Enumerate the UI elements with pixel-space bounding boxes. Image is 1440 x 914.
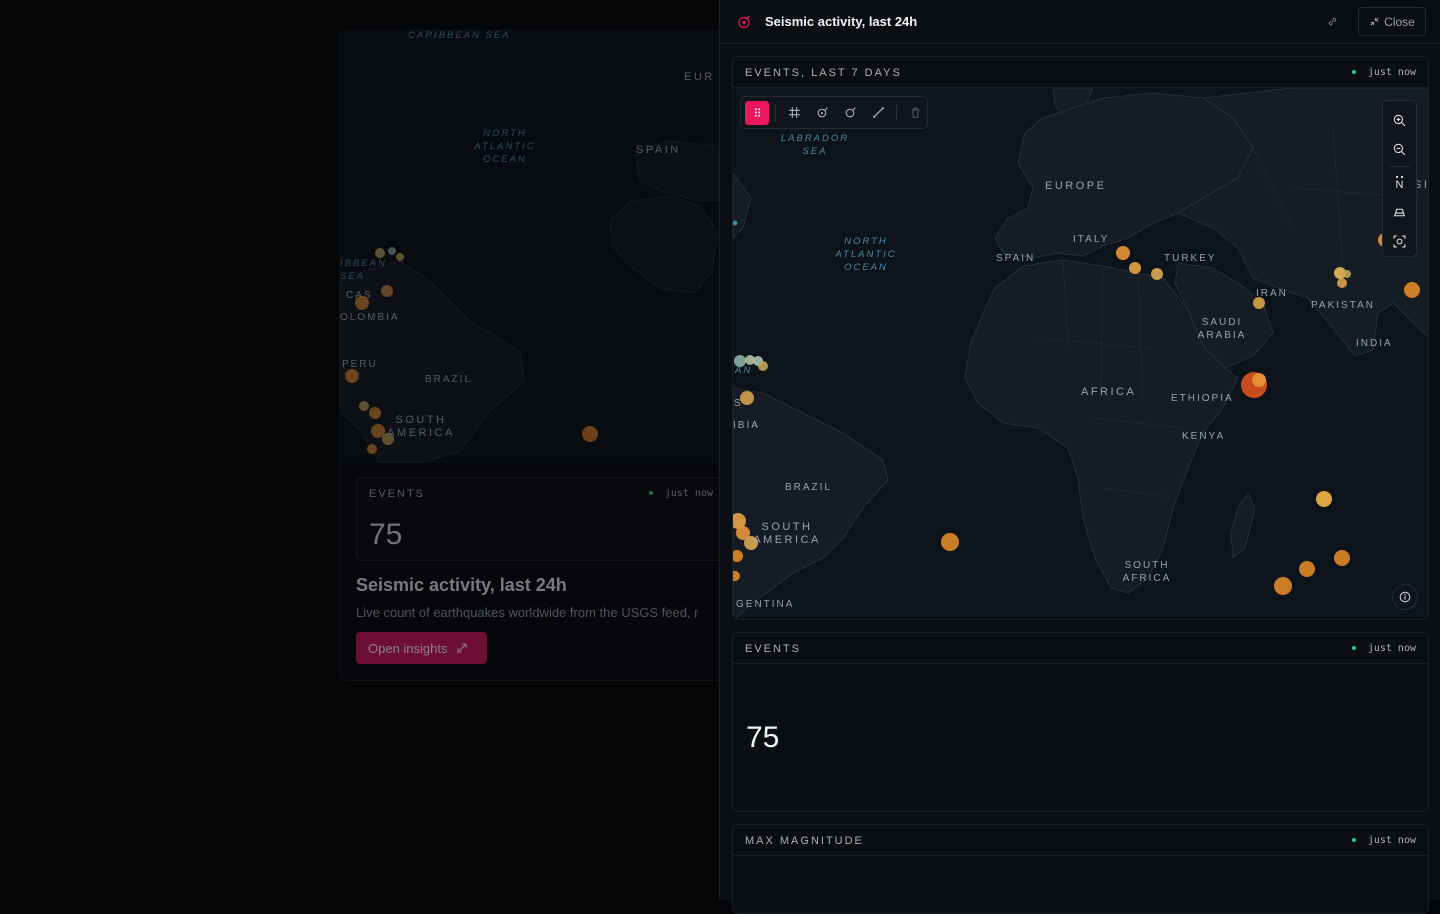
expand-icon: [456, 643, 467, 653]
circle-icon: [845, 107, 856, 118]
events-map-card: EVENTS, LAST 7 DAYS just now LABRADOR SE…: [732, 56, 1429, 620]
map-label: TURKEY: [1164, 253, 1217, 264]
zoom-out-icon: [1393, 143, 1406, 156]
map-card-label: EVENTS, LAST 7 DAYS: [745, 67, 902, 79]
map-label: PAKISTAN: [1311, 300, 1375, 311]
map-label: EUROPE: [1045, 180, 1107, 192]
bg-map-label: PERU: [342, 359, 378, 370]
max-magnitude-label: MAX MAGNITUDE: [745, 835, 864, 847]
grid-icon: [788, 107, 800, 118]
compass-button[interactable]: N: [1385, 169, 1414, 198]
controls-divider: [1389, 166, 1410, 167]
perspective-icon: [1393, 208, 1406, 217]
bg-events-value: 75: [369, 518, 403, 551]
bg-map-label: CARIBBEAN SEA: [408, 30, 511, 41]
map-label: GENTINA: [736, 599, 795, 610]
seismic-icon: [738, 15, 750, 29]
line-tool-button[interactable]: [866, 101, 890, 125]
events-card-header: EVENTS just now: [733, 633, 1428, 664]
map-label: S: [734, 398, 743, 409]
toolbar-divider: [775, 104, 776, 121]
insights-panel: Seismic activity, last 24h Close EVENTS,…: [719, 0, 1440, 914]
map-card-header: EVENTS, LAST 7 DAYS just now: [733, 57, 1428, 88]
grid-tool-button[interactable]: [782, 101, 806, 125]
map-label: INDIA: [1356, 338, 1393, 349]
map-label: LABRADOR SEA: [780, 133, 850, 157]
map-label: SAUDI ARABIA: [1197, 317, 1247, 341]
map-label: NORTH ATLANTIC OCEAN: [835, 236, 897, 273]
bg-map-label: SPAIN: [636, 144, 681, 156]
circle-tool-button[interactable]: [838, 101, 862, 125]
map-card-timestamp: just now: [1352, 67, 1416, 78]
draw-toolbar: [740, 96, 928, 129]
point-tool-button[interactable]: [810, 101, 834, 125]
bg-map-label: SOUTH AMERICA: [387, 414, 455, 439]
background-map: CARIBBEAN SEA NORTH ATLANTIC OCEAN SPAIN…: [340, 30, 738, 464]
zoom-in-icon: [1393, 114, 1406, 127]
compass-icon: N: [1395, 176, 1404, 191]
bg-card-description: Live count of earthquakes worldwide from…: [356, 605, 699, 620]
max-magnitude-card: MAX MAGNITUDE just now: [732, 824, 1429, 914]
line-icon: [872, 107, 884, 118]
trash-icon: [911, 107, 919, 118]
zoom-in-button[interactable]: [1385, 106, 1414, 135]
events-count-card: EVENTS just now 75: [732, 632, 1429, 812]
map-label: AN: [735, 365, 753, 376]
background-map-canvas: [340, 140, 738, 464]
map-label: ITALY: [1073, 234, 1110, 245]
world-map[interactable]: LABRADOR SEA EUROPE ITALY SPAIN TURKEY N…: [733, 88, 1429, 620]
bg-map-label: EUR: [684, 71, 715, 83]
toolbar-divider: [896, 104, 897, 121]
point-icon: [817, 107, 828, 118]
events-card-label: EVENTS: [745, 643, 802, 655]
bg-events-timestamp: just now: [649, 488, 713, 499]
zoom-out-button[interactable]: [1385, 135, 1414, 164]
copy-link-button[interactable]: [1324, 12, 1340, 30]
open-insights-label: Open insights: [368, 640, 448, 656]
background-insight-card: CARIBBEAN SEA NORTH ATLANTIC OCEAN SPAIN…: [339, 30, 739, 681]
bg-map-label: NORTH ATLANTIC OCEAN: [474, 128, 536, 165]
events-card-timestamp: just now: [1352, 643, 1416, 654]
map-label: KENYA: [1182, 431, 1226, 442]
map-label: SPAIN: [996, 253, 1036, 264]
max-magnitude-header: MAX MAGNITUDE just now: [733, 825, 1428, 856]
collapse-icon: [1370, 17, 1379, 26]
drag-tool-button[interactable]: [745, 100, 769, 125]
drag-handle-icon: [754, 108, 760, 117]
bg-map-label: CAS: [346, 290, 373, 301]
map-label: IBIA: [733, 420, 760, 431]
map-label: SOUTH AFRICA: [1122, 560, 1172, 584]
panel-title: Seismic activity, last 24h: [765, 14, 918, 29]
map-label: BRAZIL: [785, 482, 833, 493]
close-label: Close: [1384, 14, 1415, 29]
map-label: IRAN: [1256, 288, 1288, 299]
panel-header: Seismic activity, last 24h Close: [720, 0, 1440, 44]
world-map-canvas[interactable]: [733, 88, 1429, 620]
open-insights-button[interactable]: Open insights: [356, 632, 487, 664]
info-icon: [1399, 591, 1411, 603]
map-info-button[interactable]: [1392, 584, 1418, 610]
bg-events-label: EVENTS: [369, 488, 426, 500]
map-label: SOUTH AMERICA: [753, 521, 821, 546]
delete-tool-button[interactable]: [903, 101, 927, 125]
screenshot-icon: [1393, 235, 1406, 248]
map-label: AFRICA: [1081, 386, 1137, 398]
bg-map-label: IBBEAN SEA: [340, 258, 387, 282]
close-button[interactable]: Close: [1358, 7, 1426, 36]
map-label: ETHIOPIA: [1171, 393, 1234, 404]
events-count-value: 75: [746, 721, 780, 754]
link-icon: [1328, 17, 1336, 25]
background-events-card: EVENTS just now 75: [356, 477, 726, 561]
perspective-button[interactable]: [1385, 198, 1414, 227]
bg-card-title: Seismic activity, last 24h: [356, 575, 567, 595]
bg-map-label: OLOMBIA: [340, 312, 400, 323]
bg-map-label: BRAZIL: [425, 374, 473, 385]
screenshot-button[interactable]: [1385, 227, 1414, 256]
max-magnitude-timestamp: just now: [1352, 835, 1416, 846]
map-controls: N: [1382, 100, 1417, 257]
